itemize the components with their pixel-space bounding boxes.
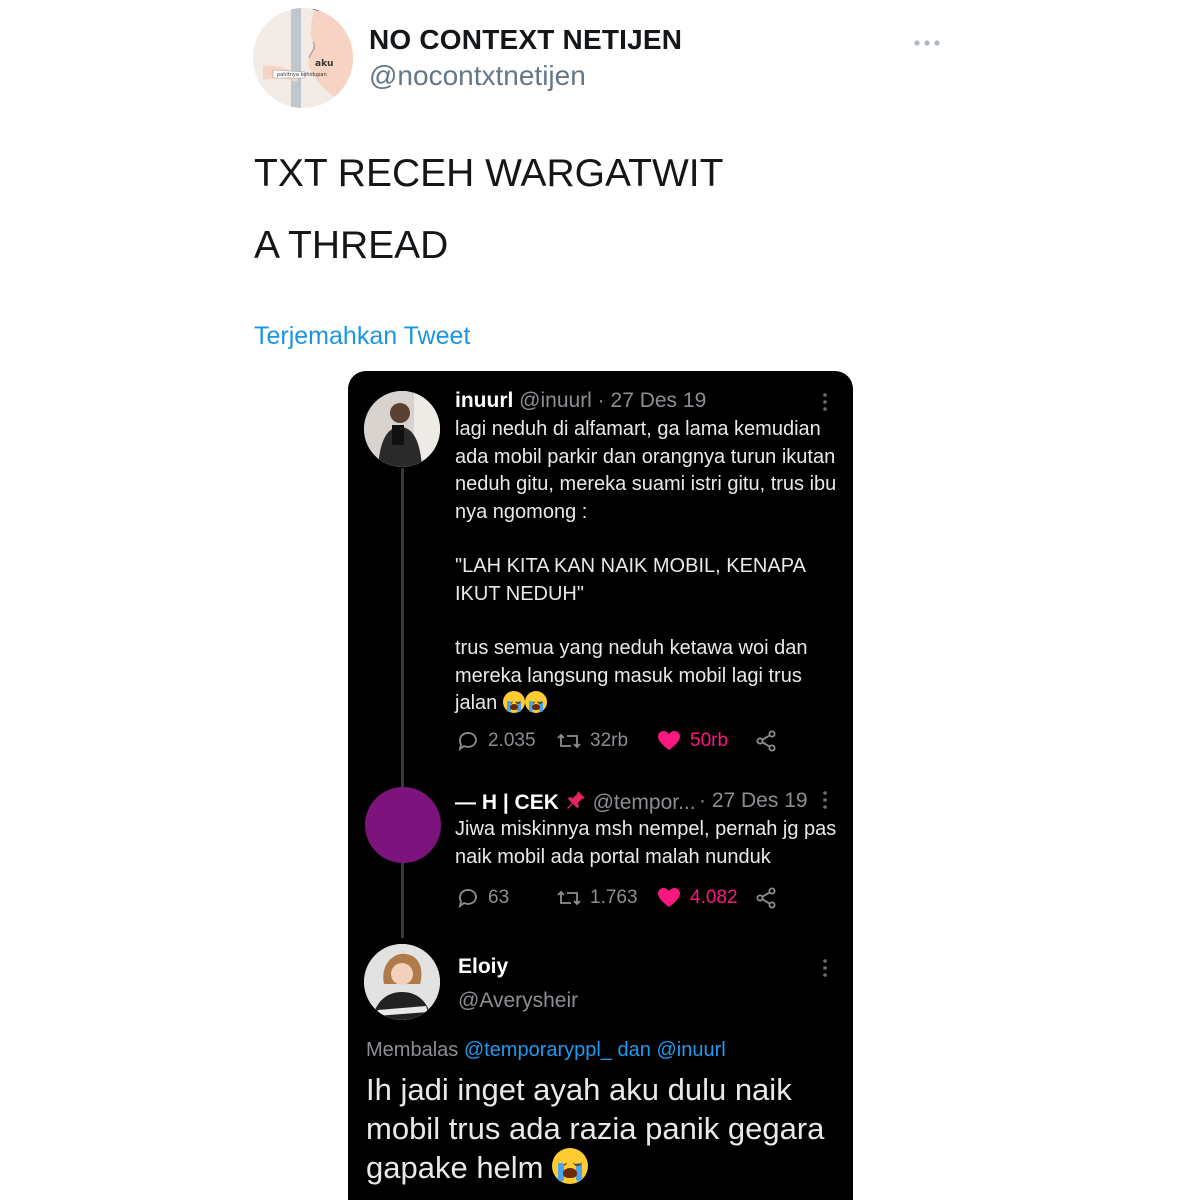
heart-icon <box>658 888 680 907</box>
reply-count: 63 <box>488 887 510 908</box>
more-vertical-icon[interactable] <box>820 958 830 978</box>
mention-link[interactable]: @temporaryppl_ <box>464 1039 612 1061</box>
retweet-action[interactable]: 32rb <box>556 729 628 753</box>
share-icon <box>756 887 776 909</box>
retweet-icon <box>557 890 581 906</box>
author-handle: @tempor... <box>592 791 696 814</box>
tweet-text: Ih jadi inget ayah aku dulu naik mobil t… <box>366 1072 825 1185</box>
tweet-date: · 27 Des 19 <box>699 789 808 812</box>
avatar[interactable] <box>364 391 440 467</box>
share-icon <box>756 730 776 752</box>
translate-tweet-link[interactable]: Terjemahkan Tweet <box>254 322 470 351</box>
tweet-paragraph: "LAH KITA KAN NAIK MOBIL, KENAPA IKUT NE… <box>455 555 805 605</box>
author-name[interactable]: inuurl <box>455 389 513 412</box>
reply-icon <box>458 889 477 909</box>
reply-action[interactable]: 63 <box>456 886 509 910</box>
loudly-crying-emoji <box>552 1148 589 1184</box>
author-handle-date: @inuurl · 27 Des 19 <box>519 389 707 412</box>
tweet-author[interactable]: inuurl @inuurl · 27 Des 19 <box>455 389 706 413</box>
more-horizontal-icon[interactable] <box>912 28 942 54</box>
retweet-action[interactable]: 1.763 <box>556 886 638 910</box>
like-action[interactable]: 4.082 <box>656 886 738 910</box>
share-action[interactable] <box>754 886 778 910</box>
thread-connector-line <box>401 468 404 938</box>
like-action[interactable]: 50rb <box>656 729 728 753</box>
replying-to: Membalas @temporaryppl_ dan @inuurl <box>366 1039 726 1062</box>
avatar-illustration: pahitnya kehidupan aku <box>253 8 353 108</box>
tweet-actions: 2.035 32rb 50rb <box>456 729 796 759</box>
like-count: 4.082 <box>690 887 738 908</box>
avatar-caption-2: pahitnya kehidupan <box>277 72 327 78</box>
reply-join-word: dan <box>617 1039 651 1061</box>
mention-link[interactable]: @inuurl <box>656 1039 725 1061</box>
tweet-text-line: A THREAD <box>254 224 449 267</box>
author-handle[interactable]: @Averysheir <box>458 989 578 1013</box>
user-handle[interactable]: @nocontxtnetijen <box>369 60 586 92</box>
retweet-icon <box>557 733 581 749</box>
tweet-text-line: TXT RECEH WARGATWIT <box>254 152 724 195</box>
reply-action[interactable]: 2.035 <box>456 729 536 753</box>
profile-avatar[interactable]: pahitnya kehidupan aku <box>253 8 353 108</box>
pushpin-icon <box>565 789 587 817</box>
tweet-body: Jiwa miskinnya msh nempel, pernah jg pas… <box>455 818 837 868</box>
more-vertical-icon[interactable] <box>820 790 830 810</box>
reply-icon <box>458 732 477 752</box>
author-name[interactable]: Eloiy <box>458 955 508 979</box>
display-name[interactable]: NO CONTEXT NETIJEN <box>369 24 682 56</box>
reply-prefix: Membalas <box>366 1039 459 1061</box>
avatar-caption-1: aku <box>315 59 333 69</box>
author-name[interactable]: — H | CEK <box>455 791 559 814</box>
avatar[interactable] <box>364 944 440 1020</box>
tweet-author[interactable]: — H | CEK @tempor... <box>455 789 696 817</box>
tweet-body: lagi neduh di alfamart, ga lama kemudian… <box>455 416 845 718</box>
avatar[interactable] <box>365 787 441 863</box>
share-action[interactable] <box>754 729 778 753</box>
reply-count: 2.035 <box>488 730 536 751</box>
loudly-crying-emoji <box>502 691 525 713</box>
tweet-actions: 63 1.763 4.082 <box>456 886 796 916</box>
tweet-paragraph: lagi neduh di alfamart, ga lama kemudian… <box>455 418 837 523</box>
heart-icon <box>658 731 680 750</box>
more-vertical-icon[interactable] <box>820 392 830 412</box>
loudly-crying-emoji <box>524 691 547 713</box>
retweet-count: 32rb <box>590 730 629 751</box>
retweet-count: 1.763 <box>590 887 638 908</box>
like-count: 50rb <box>690 730 729 751</box>
tweet-body-large: Ih jadi inget ayah aku dulu naik mobil t… <box>366 1070 846 1187</box>
